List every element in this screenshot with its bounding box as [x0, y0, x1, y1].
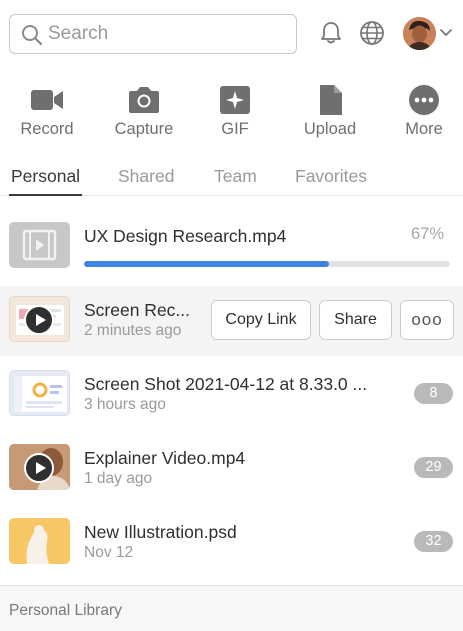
list-item[interactable]: New Illustration.psd Nov 12 32	[0, 508, 463, 578]
list-item[interactable]: Explainer Video.mp4 1 day ago 29	[0, 434, 463, 504]
gif-label: GIF	[221, 120, 249, 138]
illustration-thumb	[9, 518, 70, 564]
footer-label: Personal Library	[9, 602, 122, 619]
item-title: New Illustration.psd	[84, 522, 237, 542]
camera-icon	[129, 87, 159, 113]
quick-actions: Record Capture GIF Upload More	[0, 78, 463, 142]
play-icon[interactable]	[24, 453, 54, 483]
search-icon	[22, 25, 43, 46]
upload-percent: 67%	[411, 225, 445, 243]
copy-link-button[interactable]: Copy Link	[211, 300, 311, 340]
record-button[interactable]: Record	[7, 78, 87, 142]
bell-icon[interactable]	[317, 19, 345, 47]
tab-personal[interactable]: Personal	[9, 166, 83, 196]
video-placeholder-thumb	[9, 222, 70, 268]
top-bar	[0, 0, 463, 68]
view-count-badge: 29	[414, 457, 453, 478]
upload-progress-fill	[84, 261, 330, 267]
more-button[interactable]: More	[384, 78, 463, 142]
item-time: 3 hours ago	[84, 396, 166, 413]
avatar[interactable]	[403, 17, 436, 50]
item-title: Screen Shot 2021-04-12 at 8.33.0 ...	[84, 374, 368, 394]
list-item[interactable]: Screen Shot 2021-04-12 at 8.33.0 ... 3 h…	[0, 360, 463, 430]
item-title: Screen Rec...	[84, 300, 191, 320]
uploading-row[interactable]: UX Design Research.mp4 67%	[0, 206, 463, 286]
item-time: 2 minutes ago	[84, 322, 182, 339]
item-title: Explainer Video.mp4	[84, 448, 246, 468]
document-icon	[320, 85, 342, 115]
item-time: 1 day ago	[84, 470, 153, 487]
library-tabs: Personal Shared Team Favorites	[0, 166, 463, 196]
search-box[interactable]	[9, 14, 297, 54]
upload-title: UX Design Research.mp4	[84, 226, 287, 246]
view-count-badge: 8	[414, 383, 453, 404]
more-dots-icon	[409, 85, 439, 115]
avatar-image	[403, 17, 436, 50]
personal-library-footer[interactable]: Personal Library	[0, 585, 463, 631]
item-time: Nov 12	[84, 544, 134, 561]
upload-label: Upload	[303, 120, 357, 138]
video-camera-icon	[31, 90, 63, 110]
search-input[interactable]	[48, 21, 288, 47]
capture-label: Capture	[114, 120, 174, 138]
view-count-badge: 32	[414, 531, 453, 552]
chevron-down-icon[interactable]	[439, 27, 453, 39]
upload-progress-bar	[84, 261, 450, 267]
illustration-thumb-image	[9, 518, 70, 564]
screenshot-thumb	[9, 370, 70, 416]
upload-button[interactable]: Upload	[290, 78, 370, 142]
more-label: More	[405, 120, 443, 138]
tab-favorites[interactable]: Favorites	[295, 166, 367, 196]
tab-shared[interactable]: Shared	[118, 166, 174, 196]
gif-button[interactable]: GIF	[195, 78, 275, 142]
share-button[interactable]: Share	[319, 300, 392, 340]
film-icon	[22, 229, 57, 261]
screenshot-thumb-image	[14, 376, 67, 412]
gif-sparkle-icon	[220, 86, 250, 114]
record-label: Record	[20, 120, 74, 138]
globe-icon[interactable]	[358, 19, 386, 47]
tab-team[interactable]: Team	[214, 166, 257, 196]
capture-button[interactable]: Capture	[104, 78, 184, 142]
play-icon[interactable]	[24, 305, 54, 335]
more-options-button[interactable]: ooo	[400, 300, 454, 340]
